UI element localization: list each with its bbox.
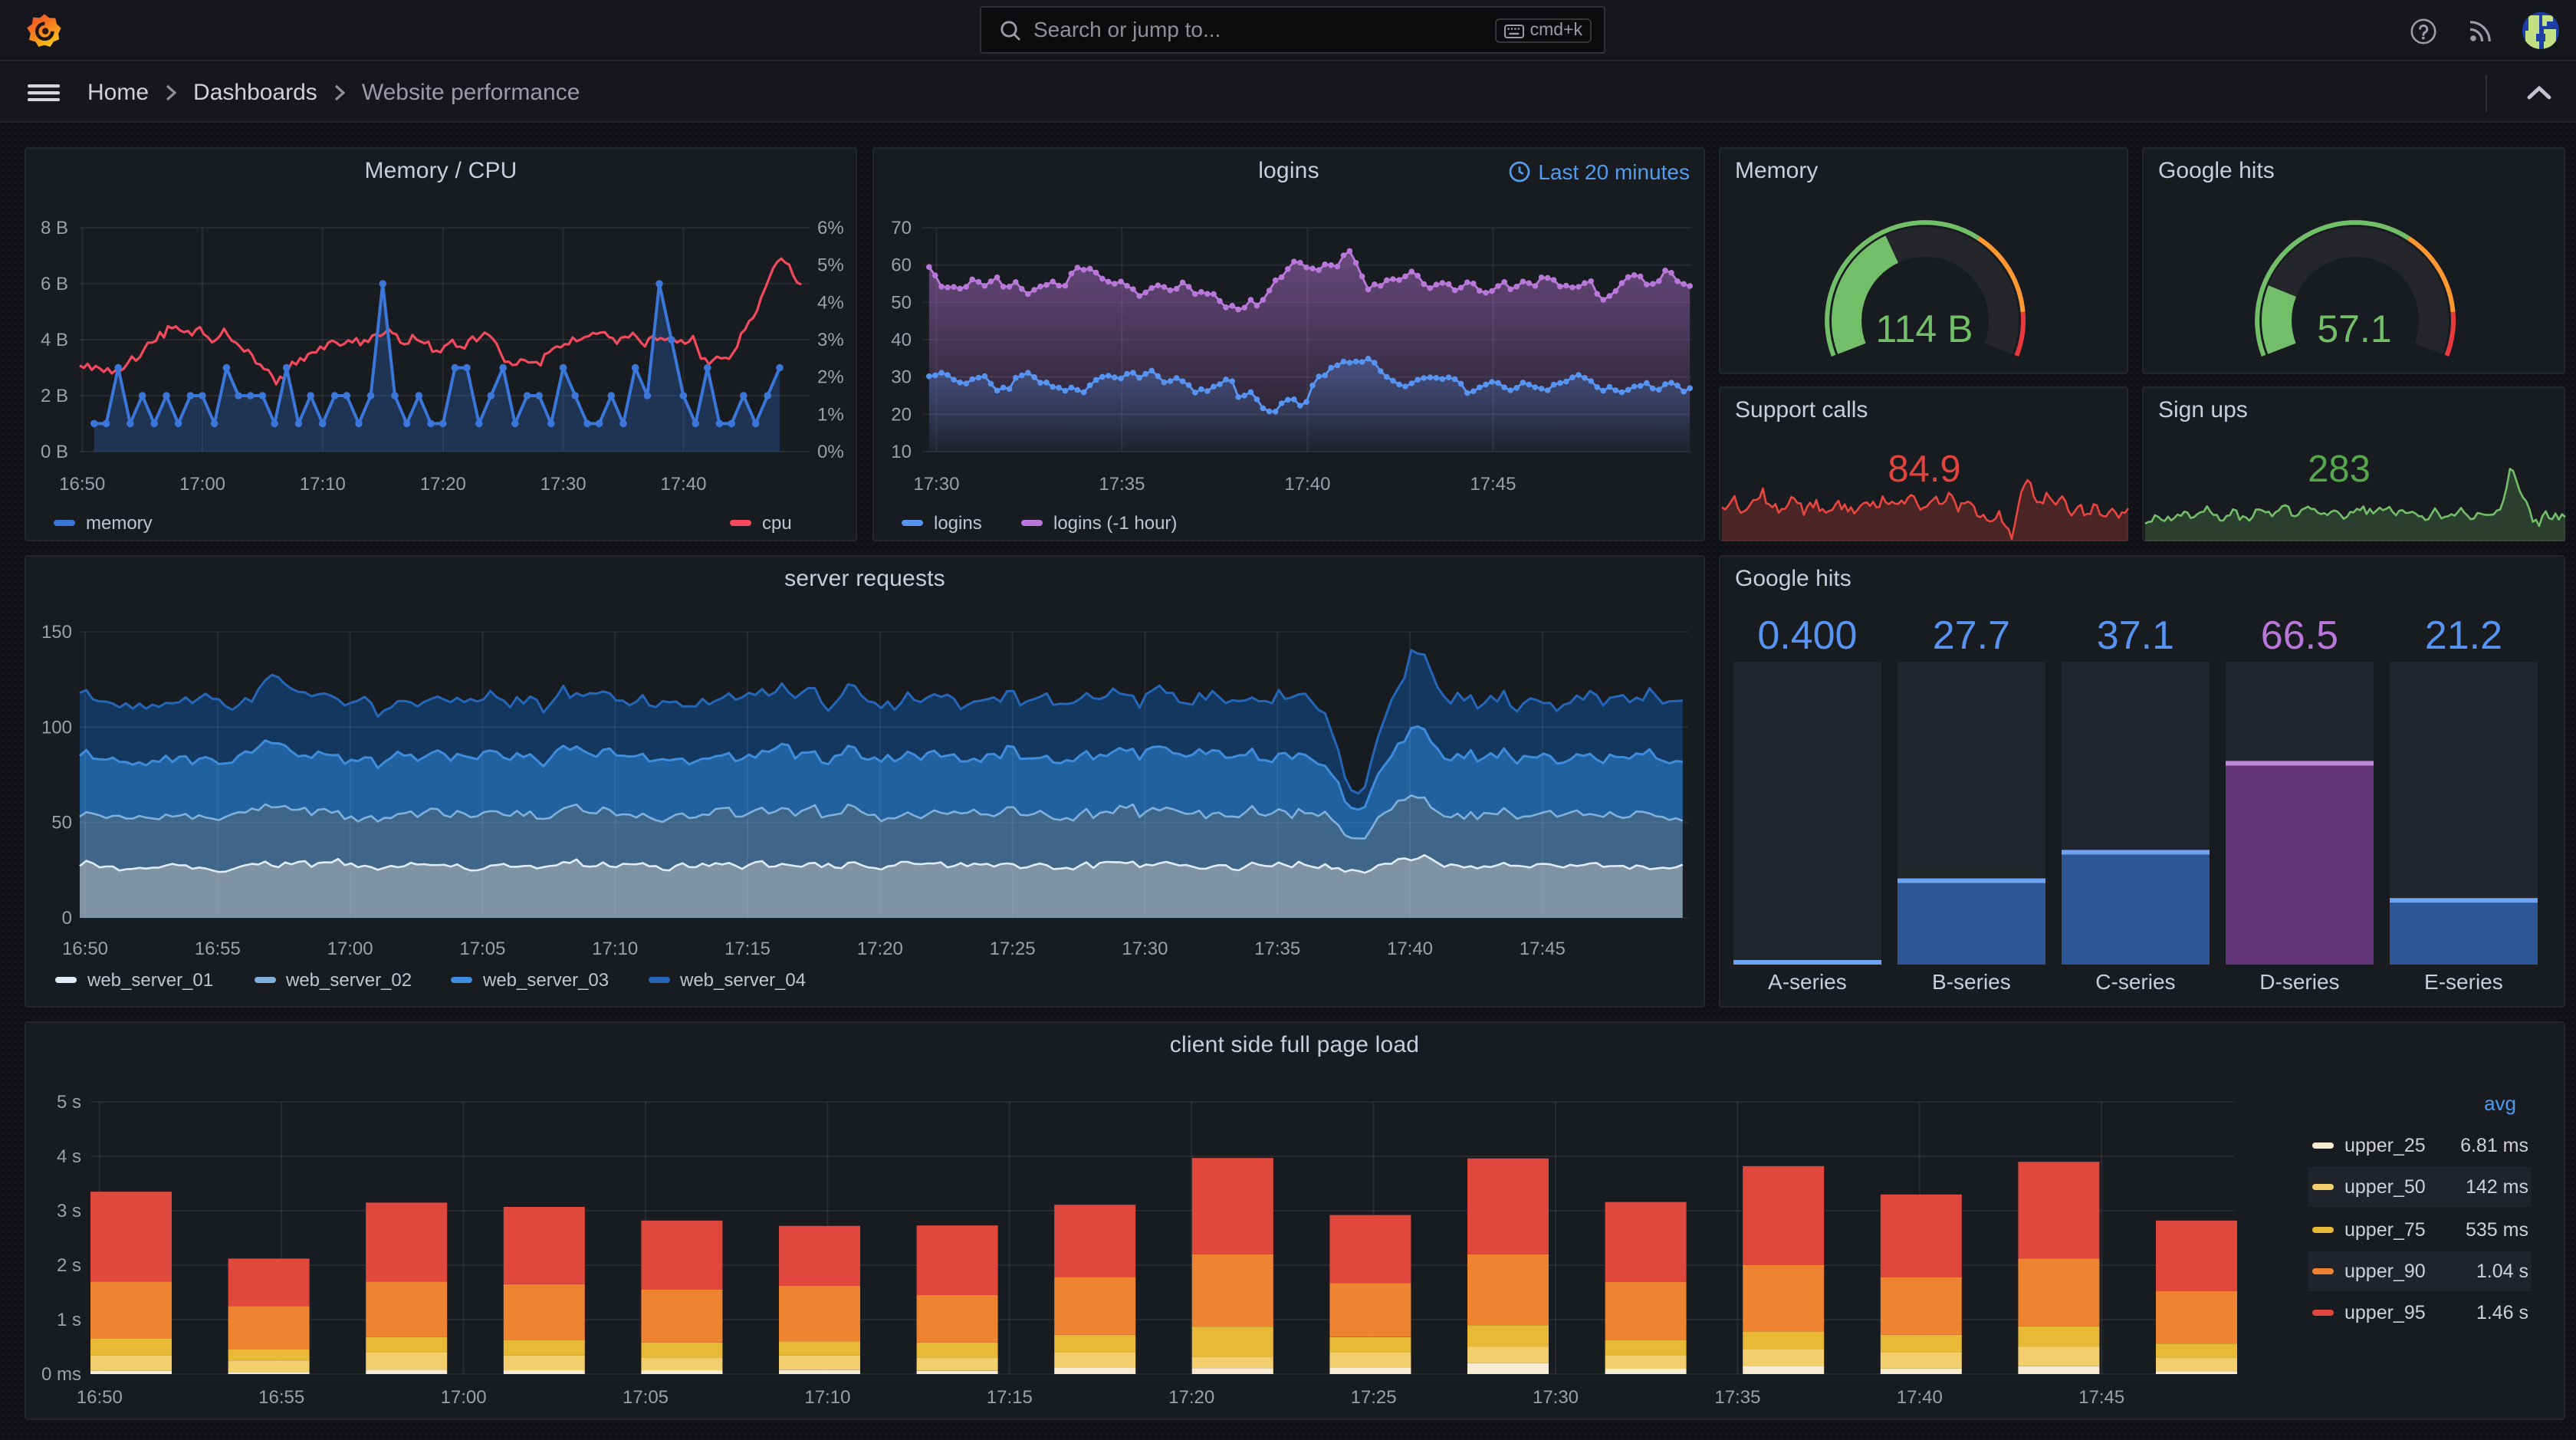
svg-text:17:00: 17:00 xyxy=(327,939,373,959)
svg-text:17:40: 17:40 xyxy=(1284,474,1330,495)
svg-text:16:55: 16:55 xyxy=(195,939,241,959)
svg-text:17:05: 17:05 xyxy=(459,939,505,959)
svg-text:16:55: 16:55 xyxy=(258,1387,304,1408)
svg-text:21.2: 21.2 xyxy=(2424,613,2502,658)
svg-text:17:40: 17:40 xyxy=(1897,1387,1943,1408)
svg-text:30: 30 xyxy=(891,367,912,388)
svg-text:17:20: 17:20 xyxy=(420,474,466,495)
svg-text:0%: 0% xyxy=(817,442,844,462)
svg-text:50: 50 xyxy=(891,292,912,313)
svg-text:2%: 2% xyxy=(817,367,844,388)
svg-text:100: 100 xyxy=(41,717,72,738)
svg-text:17:20: 17:20 xyxy=(1168,1387,1214,1408)
svg-text:17:30: 17:30 xyxy=(1122,939,1168,959)
svg-text:17:45: 17:45 xyxy=(2078,1387,2124,1408)
svg-text:17:35: 17:35 xyxy=(1254,939,1300,959)
svg-text:50: 50 xyxy=(51,813,72,833)
svg-text:17:15: 17:15 xyxy=(987,1387,1033,1408)
svg-text:66.5: 66.5 xyxy=(2260,613,2338,658)
svg-text:17:00: 17:00 xyxy=(441,1387,487,1408)
svg-text:17:00: 17:00 xyxy=(179,474,225,495)
svg-text:16:50: 16:50 xyxy=(77,1387,123,1408)
svg-text:40: 40 xyxy=(891,330,912,350)
svg-text:8 B: 8 B xyxy=(41,218,68,238)
svg-text:17:40: 17:40 xyxy=(660,474,706,495)
svg-text:17:45: 17:45 xyxy=(1520,939,1566,959)
svg-text:17:20: 17:20 xyxy=(857,939,903,959)
svg-text:1 s: 1 s xyxy=(57,1310,81,1330)
svg-text:17:05: 17:05 xyxy=(623,1387,669,1408)
svg-text:B-series: B-series xyxy=(1931,970,2010,994)
svg-text:17:45: 17:45 xyxy=(1470,474,1516,495)
svg-text:17:10: 17:10 xyxy=(804,1387,850,1408)
svg-text:17:35: 17:35 xyxy=(1714,1387,1760,1408)
svg-text:3 s: 3 s xyxy=(57,1201,81,1221)
svg-text:17:30: 17:30 xyxy=(540,474,586,495)
svg-text:0 B: 0 B xyxy=(41,442,68,462)
svg-text:4 B: 4 B xyxy=(41,330,68,350)
svg-text:2 s: 2 s xyxy=(57,1255,81,1276)
svg-text:17:40: 17:40 xyxy=(1387,939,1433,959)
svg-text:16:50: 16:50 xyxy=(62,939,108,959)
svg-text:20: 20 xyxy=(891,404,912,425)
svg-text:60: 60 xyxy=(891,255,912,276)
svg-text:150: 150 xyxy=(41,622,72,643)
svg-text:70: 70 xyxy=(891,218,912,238)
svg-text:27.7: 27.7 xyxy=(1932,613,2009,658)
svg-text:1%: 1% xyxy=(817,404,844,425)
svg-text:17:35: 17:35 xyxy=(1099,474,1145,495)
svg-text:17:15: 17:15 xyxy=(724,939,770,959)
svg-text:0: 0 xyxy=(62,908,72,929)
svg-text:6%: 6% xyxy=(817,218,844,238)
svg-text:A-series: A-series xyxy=(1767,970,1846,994)
svg-text:6 B: 6 B xyxy=(41,274,68,294)
svg-text:17:25: 17:25 xyxy=(990,939,1036,959)
svg-text:2 B: 2 B xyxy=(41,386,68,406)
svg-text:4 s: 4 s xyxy=(57,1146,81,1167)
svg-text:5 s: 5 s xyxy=(57,1092,81,1113)
svg-text:E-series: E-series xyxy=(2423,970,2502,994)
svg-text:4%: 4% xyxy=(817,292,844,313)
svg-text:17:10: 17:10 xyxy=(592,939,638,959)
svg-text:17:30: 17:30 xyxy=(1533,1387,1579,1408)
svg-text:C-series: C-series xyxy=(2095,970,2174,994)
svg-text:5%: 5% xyxy=(817,255,844,276)
svg-text:0.400: 0.400 xyxy=(1756,613,1856,658)
svg-text:37.1: 37.1 xyxy=(2096,613,2174,658)
svg-text:17:30: 17:30 xyxy=(913,474,959,495)
svg-text:D-series: D-series xyxy=(2259,970,2338,994)
svg-text:3%: 3% xyxy=(817,330,844,350)
svg-text:16:50: 16:50 xyxy=(59,474,105,495)
svg-text:17:10: 17:10 xyxy=(300,474,346,495)
svg-text:0 ms: 0 ms xyxy=(41,1364,81,1385)
svg-text:10: 10 xyxy=(891,442,912,462)
svg-text:17:25: 17:25 xyxy=(1351,1387,1397,1408)
